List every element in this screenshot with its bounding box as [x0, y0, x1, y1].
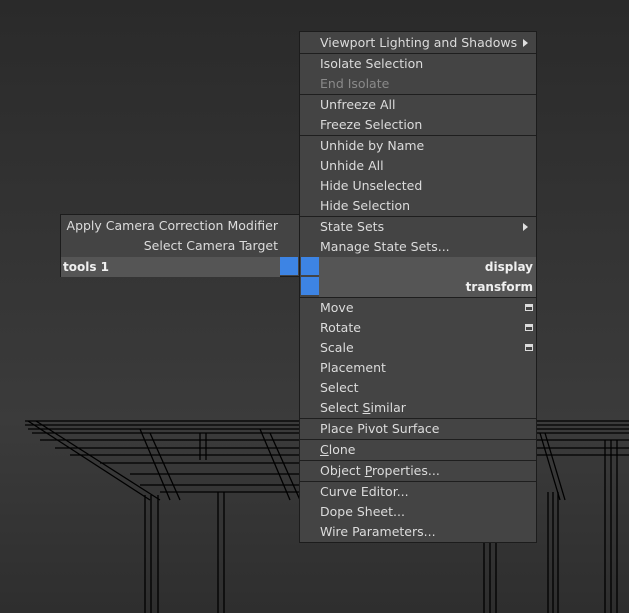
- menu-item-move[interactable]: Move: [300, 298, 536, 318]
- display-transform-quad-menu: Viewport Lighting and Shadows Isolate Se…: [299, 31, 537, 543]
- transform-items: Move Rotate Scale Placement Select Selec…: [300, 297, 536, 542]
- transform-quad-title[interactable]: transform: [319, 277, 536, 297]
- menu-item-placement[interactable]: Placement: [300, 358, 536, 378]
- tools-quad-menu: Apply Camera Correction Modifier Select …: [60, 214, 300, 277]
- tools-quad-corner[interactable]: [280, 257, 298, 275]
- menu-item-select-camera-target[interactable]: Select Camera Target: [61, 236, 299, 256]
- display-quad-title[interactable]: display: [319, 257, 536, 277]
- menu-item-select-similar[interactable]: Select Similar: [300, 398, 536, 418]
- menu-item-place-pivot-surface[interactable]: Place Pivot Surface: [300, 418, 536, 439]
- menu-item-rotate[interactable]: Rotate: [300, 318, 536, 338]
- menu-item-viewport-lighting-and-shadows[interactable]: Viewport Lighting and Shadows: [300, 33, 536, 53]
- menu-item-label: Viewport Lighting and Shadows: [320, 35, 518, 50]
- tools-quad-title[interactable]: tools 1: [61, 257, 280, 277]
- menu-item-label: Scale: [320, 340, 354, 355]
- menu-item-unfreeze-all[interactable]: Unfreeze All: [300, 94, 536, 115]
- menu-item-curve-editor[interactable]: Curve Editor...: [300, 481, 536, 502]
- menu-item-label: Move: [320, 300, 354, 315]
- menu-item-manage-state-sets[interactable]: Manage State Sets...: [300, 237, 536, 257]
- menu-item-label-part: Select: [320, 400, 363, 415]
- menu-item-end-isolate: End Isolate: [320, 76, 390, 91]
- submenu-arrow-icon: [523, 39, 528, 47]
- menu-item-object-properties[interactable]: Object Properties...: [300, 460, 536, 481]
- submenu-arrow-icon: [523, 223, 528, 231]
- menu-item-scale[interactable]: Scale: [300, 338, 536, 358]
- menu-item-apply-camera-correction-modifier[interactable]: Apply Camera Correction Modifier: [61, 216, 299, 236]
- option-box-icon[interactable]: [525, 324, 533, 331]
- option-box-icon[interactable]: [525, 344, 533, 351]
- menu-item-clone[interactable]: Clone: [300, 439, 536, 460]
- menu-item-mnemonic: C: [320, 442, 329, 457]
- menu-item-select[interactable]: Select: [300, 378, 536, 398]
- menu-item-freeze-selection[interactable]: Freeze Selection: [300, 115, 536, 135]
- menu-item-dope-sheet[interactable]: Dope Sheet...: [300, 502, 536, 522]
- menu-item-label: State Sets: [320, 219, 385, 234]
- menu-item-hide-unselected[interactable]: Hide Unselected: [300, 176, 536, 196]
- menu-item-label-part: lone: [328, 442, 356, 457]
- menu-item-label-part: roperties...: [372, 463, 440, 478]
- menu-item-label-part: imilar: [370, 400, 406, 415]
- transform-quad-corner[interactable]: [301, 277, 319, 295]
- option-box-icon[interactable]: [525, 304, 533, 311]
- menu-item-label-part: Object: [320, 463, 365, 478]
- display-items: Viewport Lighting and Shadows Isolate Se…: [300, 33, 536, 257]
- menu-item-wire-parameters[interactable]: Wire Parameters...: [300, 522, 536, 542]
- menu-item-unhide-by-name[interactable]: Unhide by Name: [300, 135, 536, 156]
- menu-item-unhide-all[interactable]: Unhide All: [300, 156, 536, 176]
- menu-item-label: Rotate: [320, 320, 361, 335]
- menu-item-isolate-selection[interactable]: Isolate Selection: [300, 53, 536, 74]
- menu-item-hide-selection[interactable]: Hide Selection: [300, 196, 536, 216]
- menu-item-state-sets[interactable]: State Sets: [300, 216, 536, 237]
- menu-item-mnemonic: P: [364, 463, 373, 478]
- display-quad-corner[interactable]: [301, 257, 319, 275]
